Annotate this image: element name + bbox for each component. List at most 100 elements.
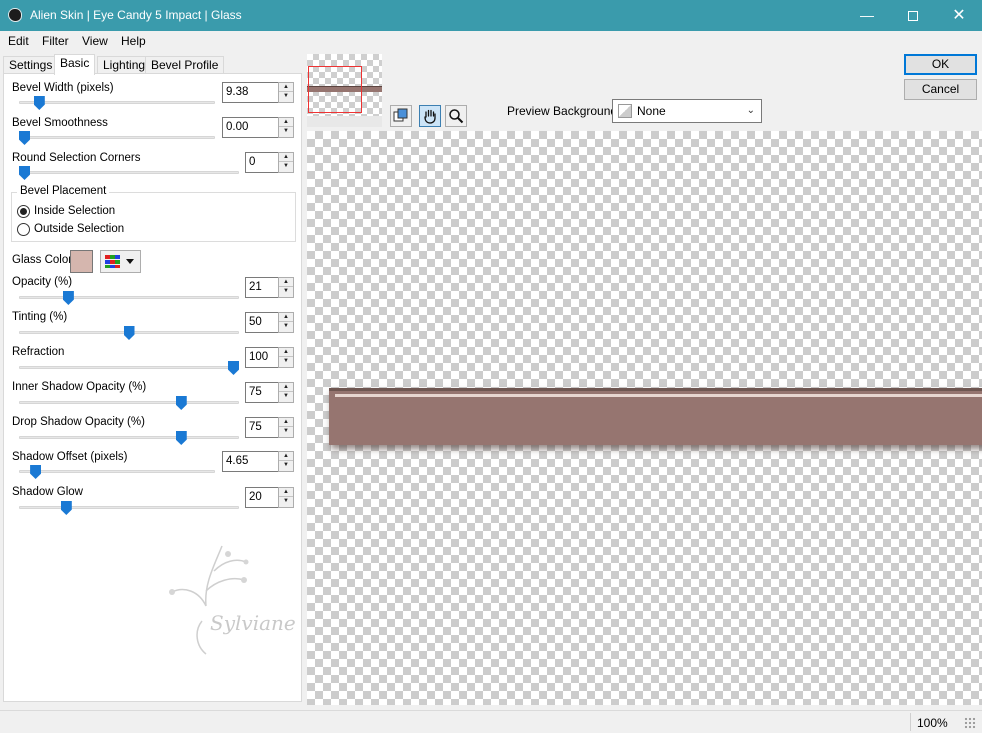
- bevel-smoothness-input[interactable]: 0.00 ▲ ▼: [222, 117, 294, 138]
- alien-skin-app-icon: [8, 8, 22, 22]
- outside-selection-label[interactable]: Outside Selection: [34, 223, 124, 235]
- bevel-width-input[interactable]: 9.38 ▲ ▼: [222, 82, 294, 103]
- opacity-slider[interactable]: [62, 291, 74, 305]
- preview-background-select[interactable]: None ⌄: [612, 99, 762, 123]
- shadow-glow-track[interactable]: [19, 506, 239, 509]
- drop-shadow-slider[interactable]: [175, 431, 187, 445]
- drop-shadow-increment[interactable]: ▲: [279, 418, 293, 427]
- bevel-smoothness-decrement[interactable]: ▼: [279, 127, 293, 136]
- bevel-width-decrement[interactable]: ▼: [279, 92, 293, 101]
- tab-settings[interactable]: Settings: [3, 56, 59, 74]
- drop-shadow-label: Drop Shadow Opacity (%): [12, 416, 145, 428]
- color-grid-icon: [105, 255, 120, 268]
- shadow-glow-slider[interactable]: [60, 501, 72, 515]
- opacity-decrement[interactable]: ▼: [279, 287, 293, 296]
- shadow-offset-increment[interactable]: ▲: [279, 452, 293, 461]
- color-palette-button[interactable]: [100, 250, 141, 273]
- zoom-level: 100%: [917, 716, 948, 730]
- menu-bar: Edit Filter View Help: [0, 31, 982, 51]
- refraction-label: Refraction: [12, 346, 65, 358]
- maximize-button[interactable]: [890, 0, 936, 31]
- inner-shadow-track[interactable]: [19, 401, 239, 404]
- ok-button[interactable]: OK: [904, 54, 977, 75]
- preview-canvas[interactable]: [307, 131, 982, 705]
- preview-navigator[interactable]: [307, 54, 382, 127]
- refraction-increment[interactable]: ▲: [279, 348, 293, 357]
- bevel-placement-group: Bevel Placement Inside Selection Outside…: [11, 185, 296, 242]
- shadow-glow-label: Shadow Glow: [12, 486, 83, 498]
- round-corners-track[interactable]: [19, 171, 239, 174]
- tab-bevel-profile[interactable]: Bevel Profile: [145, 56, 225, 74]
- inner-shadow-slider[interactable]: [175, 396, 187, 410]
- close-button[interactable]: ✕: [936, 0, 982, 31]
- round-corners-input[interactable]: 0 ▲ ▼: [245, 152, 294, 173]
- shadow-glow-input[interactable]: 20 ▲ ▼: [245, 487, 294, 508]
- cancel-button[interactable]: Cancel: [904, 79, 977, 100]
- tinting-label: Tinting (%): [12, 311, 68, 323]
- tinting-increment[interactable]: ▲: [279, 313, 293, 322]
- resize-grip-icon[interactable]: [964, 717, 976, 729]
- hand-icon: [424, 109, 436, 124]
- bevel-smoothness-label: Bevel Smoothness: [12, 117, 108, 129]
- bevel-width-track[interactable]: [19, 101, 215, 104]
- menu-view[interactable]: View: [82, 34, 108, 48]
- bevel-width-increment[interactable]: ▲: [279, 83, 293, 92]
- refraction-slider[interactable]: [228, 361, 239, 375]
- maximize-icon: [908, 11, 918, 22]
- watermark-text: Sylviane: [210, 611, 296, 635]
- shadow-offset-input[interactable]: 4.65 ▲ ▼: [222, 451, 294, 472]
- bevel-width-slider[interactable]: [33, 96, 45, 110]
- navigator-view-rect[interactable]: [308, 66, 362, 113]
- shadow-glow-increment[interactable]: ▲: [279, 488, 293, 497]
- shadow-offset-slider[interactable]: [30, 465, 42, 479]
- round-corners-slider[interactable]: [19, 166, 30, 180]
- menu-filter[interactable]: Filter: [42, 34, 69, 48]
- bevel-smoothness-slider[interactable]: [19, 131, 30, 145]
- magnifier-icon: [449, 109, 464, 124]
- refraction-input[interactable]: 100 ▲ ▼: [245, 347, 294, 368]
- bevel-width-label: Bevel Width (pixels): [12, 82, 114, 94]
- drop-shadow-decrement[interactable]: ▼: [279, 427, 293, 436]
- glass-effect-preview: [329, 388, 982, 445]
- inner-shadow-input[interactable]: 75 ▲ ▼: [245, 382, 294, 403]
- bevel-placement-title: Bevel Placement: [17, 185, 110, 197]
- opacity-increment[interactable]: ▲: [279, 278, 293, 287]
- chevron-down-icon: ⌄: [746, 105, 755, 116]
- shadow-offset-track[interactable]: [19, 470, 215, 473]
- basic-settings-panel: Bevel Width (pixels) 9.38 ▲ ▼ Bevel Smoot…: [3, 73, 302, 702]
- inside-selection-label[interactable]: Inside Selection: [34, 205, 115, 217]
- tab-lighting[interactable]: Lighting: [97, 56, 152, 74]
- tab-basic[interactable]: Basic: [54, 54, 96, 75]
- shadow-glow-decrement[interactable]: ▼: [279, 497, 293, 506]
- toggle-preview-button[interactable]: [390, 105, 412, 127]
- tinting-decrement[interactable]: ▼: [279, 322, 293, 331]
- bevel-smoothness-increment[interactable]: ▲: [279, 118, 293, 127]
- menu-edit[interactable]: Edit: [8, 34, 29, 48]
- refraction-decrement[interactable]: ▼: [279, 357, 293, 366]
- zoom-tool-button[interactable]: [445, 105, 467, 127]
- tinting-slider[interactable]: [123, 326, 135, 340]
- drop-shadow-input[interactable]: 75 ▲ ▼: [245, 417, 294, 438]
- watermark-signature: Sylviane: [169, 545, 296, 655]
- bevel-smoothness-track[interactable]: [19, 136, 215, 139]
- outside-selection-radio[interactable]: [17, 223, 30, 236]
- round-corners-decrement[interactable]: ▼: [279, 162, 293, 171]
- dropdown-arrow-icon: [126, 259, 134, 264]
- glass-color-swatch[interactable]: [70, 250, 93, 273]
- drop-shadow-track[interactable]: [19, 436, 239, 439]
- status-bar: 100%: [0, 710, 982, 733]
- hand-tool-button[interactable]: [419, 105, 441, 127]
- menu-help[interactable]: Help: [121, 34, 146, 48]
- preview-background-value: None: [637, 104, 666, 118]
- opacity-track[interactable]: [19, 296, 239, 299]
- inside-selection-radio[interactable]: [17, 205, 30, 218]
- round-corners-increment[interactable]: ▲: [279, 153, 293, 162]
- refraction-track[interactable]: [19, 366, 239, 369]
- shadow-offset-decrement[interactable]: ▼: [279, 461, 293, 470]
- tinting-input[interactable]: 50 ▲ ▼: [245, 312, 294, 333]
- inner-shadow-increment[interactable]: ▲: [279, 383, 293, 392]
- inner-shadow-decrement[interactable]: ▼: [279, 392, 293, 401]
- minimize-button[interactable]: —: [844, 0, 890, 31]
- round-corners-label: Round Selection Corners: [12, 152, 141, 164]
- opacity-input[interactable]: 21 ▲ ▼: [245, 277, 294, 298]
